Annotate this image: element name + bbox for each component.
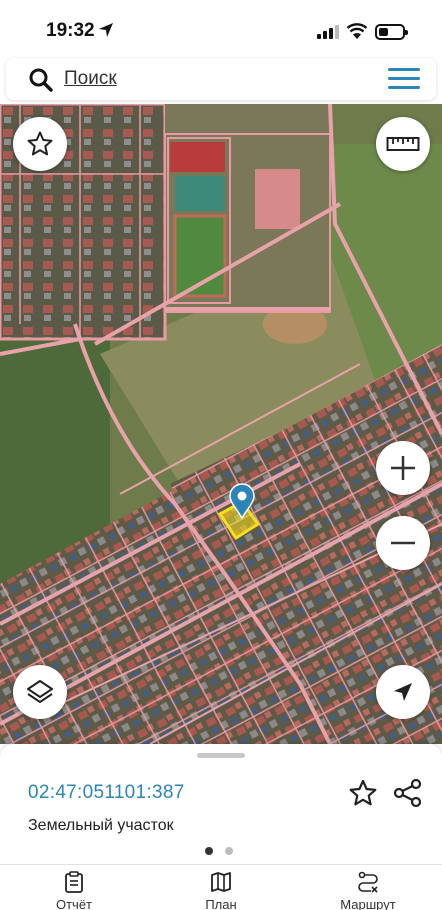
tab-plan[interactable]: План <box>171 871 271 910</box>
wifi-icon <box>346 23 368 39</box>
tab-plan-label: План <box>205 897 237 910</box>
sheet-grabber[interactable] <box>197 753 245 758</box>
cellular-signal-icon <box>317 25 339 39</box>
zoom-out-button[interactable] <box>376 516 430 570</box>
favorites-map-button[interactable] <box>13 117 67 171</box>
menu-icon[interactable] <box>388 68 420 90</box>
ruler-icon <box>386 137 420 151</box>
layers-button[interactable] <box>13 665 67 719</box>
search-input[interactable]: Поиск <box>64 68 117 90</box>
search-bar[interactable]: Поиск <box>6 58 436 100</box>
tab-report[interactable]: Отчёт <box>24 871 124 910</box>
zoom-in-icon <box>391 456 415 480</box>
ruler-button[interactable] <box>376 117 430 171</box>
report-clipboard-icon <box>65 871 83 893</box>
status-bar: 19:32 <box>0 0 442 58</box>
locate-arrow-icon <box>394 683 412 701</box>
route-icon <box>358 871 378 893</box>
location-arrow-icon <box>99 23 113 37</box>
object-type-label: Земельный участок <box>28 817 174 834</box>
satellite-map[interactable] <box>0 104 442 744</box>
zoom-in-button[interactable] <box>376 441 430 495</box>
object-info-sheet[interactable]: 02:47:051101:387 Земельный участок <box>0 744 442 864</box>
share-icon[interactable] <box>393 778 423 808</box>
layers-icon <box>27 680 53 703</box>
zoom-out-icon <box>391 541 415 545</box>
status-time: 19:32 <box>46 20 95 41</box>
bottom-tab-bar: Отчёт План Маршрут <box>0 864 442 910</box>
search-icon[interactable] <box>28 67 54 93</box>
star-icon <box>27 131 53 156</box>
tab-report-label: Отчёт <box>55 897 93 910</box>
add-favorite-star-icon[interactable] <box>348 778 378 808</box>
battery-icon <box>375 24 408 40</box>
tab-route-label: Маршрут <box>340 897 396 910</box>
tab-route[interactable]: Маршрут <box>318 871 418 910</box>
map-plan-icon <box>211 872 231 892</box>
page-dot <box>225 847 233 855</box>
page-dot-active <box>205 847 213 855</box>
page-indicator <box>205 847 233 855</box>
locate-button[interactable] <box>376 665 430 719</box>
cadastral-number[interactable]: 02:47:051101:387 <box>28 782 185 804</box>
map-view[interactable] <box>0 104 442 744</box>
